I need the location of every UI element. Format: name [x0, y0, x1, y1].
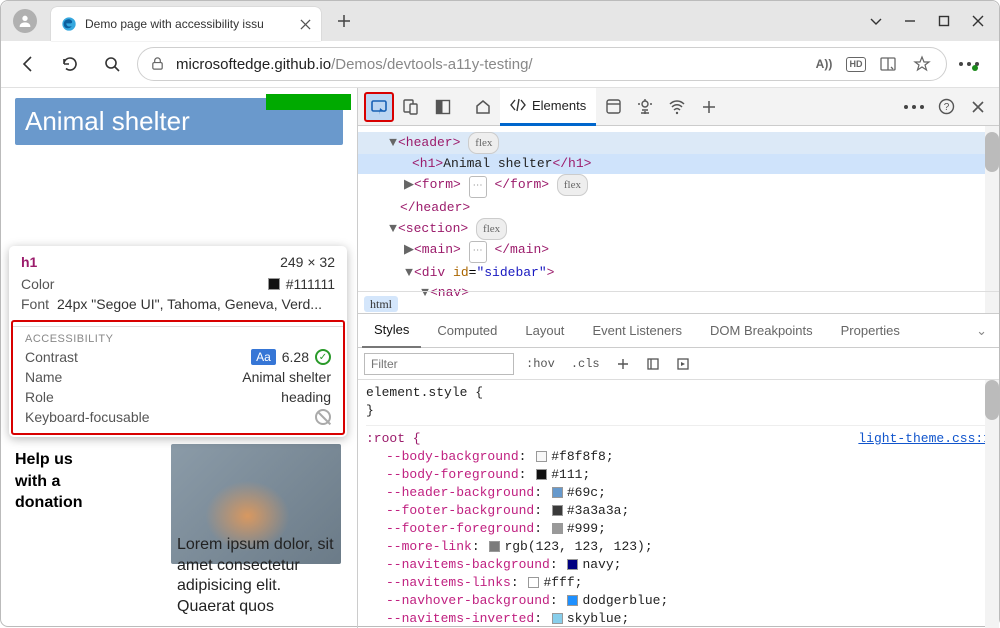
application-tab-icon[interactable]: [598, 92, 628, 122]
more-tools-button[interactable]: [899, 92, 929, 122]
search-button[interactable]: [95, 47, 129, 81]
dom-breadcrumb[interactable]: html: [358, 291, 999, 313]
check-circle-icon: ✓: [315, 349, 331, 365]
reader-icon[interactable]: [876, 52, 900, 76]
tooltip-contrast-value: 6.28: [282, 349, 309, 365]
css-declaration[interactable]: --footer-foreground: #999;: [366, 520, 991, 538]
stylesheet-link[interactable]: light-theme.css:1: [858, 430, 991, 448]
welcome-tab-icon[interactable]: [468, 92, 498, 122]
add-tab-button[interactable]: [694, 92, 724, 122]
css-declaration[interactable]: --body-background: #f8f8f8;: [366, 448, 991, 466]
tooltip-tagname: h1: [21, 254, 37, 270]
contrast-aa-icon: Aa: [251, 349, 276, 365]
help-button[interactable]: ?: [931, 92, 961, 122]
minimize-button[interactable]: [893, 7, 927, 35]
css-declaration[interactable]: --navitems-background: navy;: [366, 556, 991, 574]
dom-scrollbar[interactable]: [985, 126, 999, 313]
tooltip-role-value: heading: [281, 389, 331, 405]
favorite-star-icon[interactable]: [910, 52, 934, 76]
css-declaration[interactable]: --navhover-background: dodgerblue;: [366, 592, 991, 610]
page-title: Animal shelter: [25, 106, 333, 137]
tooltip-name-label: Name: [25, 369, 62, 385]
tooltip-kbfocus-label: Keyboard-focusable: [25, 409, 150, 425]
subtab-event-listeners[interactable]: Event Listeners: [580, 314, 694, 348]
back-button[interactable]: [11, 47, 45, 81]
subtab-computed[interactable]: Computed: [425, 314, 509, 348]
css-declaration[interactable]: --more-link: rgb(123, 123, 123);: [366, 538, 991, 556]
element-inspect-tooltip: h1 249 × 32 Color #111111 Font 24px "Seg…: [9, 246, 347, 437]
styles-filter-input[interactable]: [364, 353, 514, 375]
tooltip-a11y-heading: ACCESSIBILITY: [13, 329, 343, 347]
css-declaration[interactable]: --header-background: #69c;: [366, 484, 991, 502]
url-text: microsoftedge.github.io/Demos/devtools-a…: [176, 56, 802, 73]
css-declaration[interactable]: --navitems-links: #fff;: [366, 574, 991, 592]
window-titlebar: Demo page with accessibility issu: [1, 1, 999, 41]
maximize-button[interactable]: [927, 7, 961, 35]
address-bar[interactable]: microsoftedge.github.io/Demos/devtools-a…: [137, 47, 947, 81]
lorem-text: Lorem ipsum dolor, sit amet consectetur …: [177, 535, 337, 618]
lock-icon: [150, 56, 166, 72]
tooltip-contrast-label: Contrast: [25, 349, 78, 365]
tooltip-dimensions: 249 × 32: [280, 254, 335, 270]
chevron-down-icon[interactable]: [859, 7, 893, 35]
browser-tab[interactable]: Demo page with accessibility issu: [51, 7, 321, 41]
styles-scrollbar[interactable]: [985, 380, 999, 628]
decorative-strip: [266, 94, 351, 110]
tooltip-font-value: 24px "Segoe UI", Tahoma, Geneva, Verd...: [57, 296, 322, 312]
device-emulation-toggle[interactable]: [396, 92, 426, 122]
devtools-main-tabstrip: Elements ?: [358, 88, 999, 126]
subtab-properties[interactable]: Properties: [829, 314, 912, 348]
css-declaration[interactable]: --navitems-inverted: skyblue;: [366, 610, 991, 628]
subtab-dom-breakpoints[interactable]: DOM Breakpoints: [698, 314, 825, 348]
refresh-button[interactable]: [53, 47, 87, 81]
tooltip-accessibility-region: ACCESSIBILITY Contrast Aa 6.28 ✓ Name An…: [11, 320, 345, 435]
dom-tree[interactable]: ▼<header> flex <h1>Animal shelter</h1> ▶…: [358, 126, 999, 314]
edge-favicon-icon: [61, 16, 77, 32]
new-tab-button[interactable]: [329, 6, 359, 36]
css-declaration[interactable]: --footer-background: #3a3a3a;: [366, 502, 991, 520]
cls-toggle[interactable]: .cls: [567, 355, 604, 373]
code-icon: [510, 97, 526, 113]
tab-close-icon[interactable]: [297, 16, 313, 32]
tooltip-font-label: Font: [21, 296, 49, 312]
devtools-pane: Elements ? ▼<header> flex <h1>Animal she…: [358, 88, 999, 628]
panel-layout-icon[interactable]: [428, 92, 458, 122]
css-declaration[interactable]: --body-foreground: #111;: [366, 466, 991, 484]
tooltip-role-label: Role: [25, 389, 54, 405]
hd-icon[interactable]: HD: [846, 57, 866, 72]
chevron-down-icon[interactable]: ⌄: [968, 323, 995, 339]
hov-toggle[interactable]: :hov: [522, 355, 559, 373]
settings-menu-button[interactable]: [955, 47, 989, 81]
tab-elements[interactable]: Elements: [500, 88, 596, 126]
tooltip-color-label: Color: [21, 276, 54, 292]
browser-toolbar: microsoftedge.github.io/Demos/devtools-a…: [1, 41, 999, 87]
tab-title: Demo page with accessibility issu: [85, 17, 297, 31]
network-tab-icon[interactable]: [662, 92, 692, 122]
tooltip-color-value: #111111: [286, 276, 335, 292]
profile-avatar[interactable]: [13, 9, 37, 33]
inspect-element-toggle[interactable]: [364, 92, 394, 122]
subtab-layout[interactable]: Layout: [513, 314, 576, 348]
toggle-sidebar-icon[interactable]: [672, 353, 694, 375]
close-devtools-button[interactable]: [963, 92, 993, 122]
styles-subpanel-tabs: Styles Computed Layout Event Listeners D…: [358, 314, 999, 348]
close-window-button[interactable]: [961, 7, 995, 35]
subtab-styles[interactable]: Styles: [362, 314, 421, 348]
read-aloud-icon[interactable]: A)): [812, 52, 836, 76]
sources-tab-icon[interactable]: [630, 92, 660, 122]
not-focusable-icon: [315, 409, 331, 425]
tooltip-name-value: Animal shelter: [242, 369, 331, 385]
new-style-rule-button[interactable]: [612, 353, 634, 375]
svg-text:?: ?: [943, 102, 949, 113]
computed-styles-icon[interactable]: [642, 353, 664, 375]
styles-filter-row: :hov .cls: [358, 348, 999, 380]
styles-rules-pane[interactable]: element.style { } light-theme.css:1:root…: [358, 380, 999, 628]
